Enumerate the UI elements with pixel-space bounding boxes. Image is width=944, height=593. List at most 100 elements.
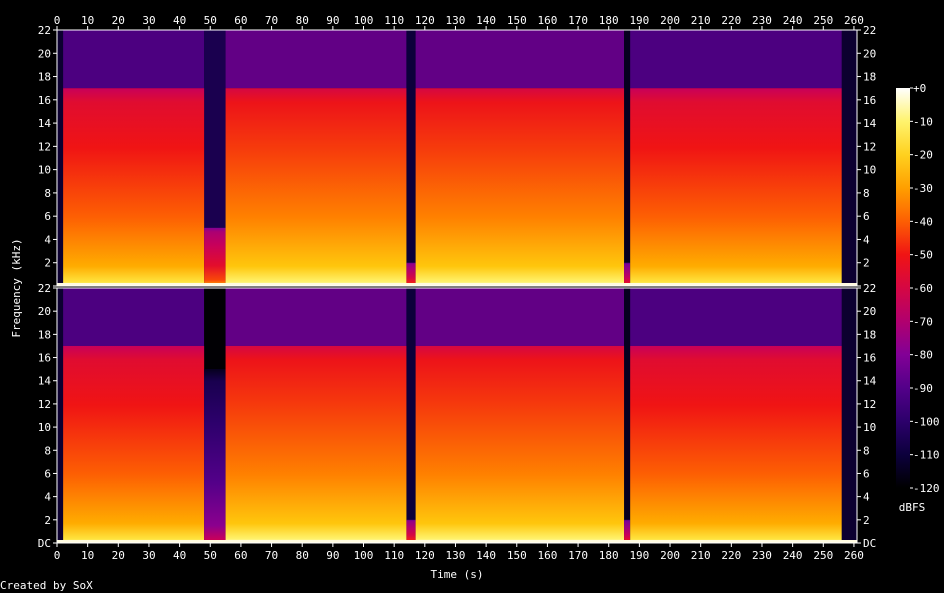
y-tick-label: 16 [38, 352, 51, 365]
colorbar-label: dBFS [899, 501, 926, 514]
y-tick-label: 2 [44, 514, 51, 527]
x-tick-label: 260 [844, 14, 864, 27]
y-tick-label: 20 [863, 47, 876, 60]
colorbar-tick-label: -30 [913, 182, 933, 195]
x-tick-label: 0 [54, 14, 61, 27]
x-tick-label: 100 [354, 14, 374, 27]
y-tick-label: 10 [863, 421, 876, 434]
x-tick-label: 170 [568, 14, 588, 27]
x-tick-label: 200 [660, 549, 680, 562]
x-tick-label: 110 [384, 14, 404, 27]
colorbar-tick-label: -80 [913, 349, 933, 362]
y-tick-label: 12 [38, 140, 51, 153]
y-tick-label: 12 [38, 398, 51, 411]
spectrogram-segment [630, 88, 842, 286]
colorbar-scale [896, 88, 910, 488]
colorbar-tick-label: -70 [913, 315, 933, 328]
x-tick-label: 70 [265, 14, 278, 27]
y-tick-label: 8 [44, 187, 51, 200]
x-tick-label: 210 [691, 549, 711, 562]
x-tick-label: 10 [81, 549, 94, 562]
credit-text: Created by SoX [0, 579, 93, 592]
segment-haze [63, 288, 205, 346]
x-tick-label: 150 [507, 14, 527, 27]
x-tick-label: 120 [415, 549, 435, 562]
y-tick-label: 16 [38, 94, 51, 107]
y-tick-label: 4 [44, 233, 51, 246]
x-tick-label: 190 [629, 14, 649, 27]
x-tick-label: 30 [142, 549, 155, 562]
colorbar-tick-label: -10 [913, 115, 933, 128]
segment-haze [415, 288, 625, 346]
segment-haze [225, 30, 407, 89]
x-tick-label: 180 [599, 14, 619, 27]
x-tick-label: 170 [568, 549, 588, 562]
segment-haze [225, 288, 407, 346]
x-tick-label: 200 [660, 14, 680, 27]
y-tick-label: 2 [863, 257, 870, 270]
x-tick-label: 120 [415, 14, 435, 27]
y-tick-label: 18 [38, 328, 51, 341]
x-tick-label: 260 [844, 549, 864, 562]
segment-haze [630, 288, 842, 346]
colorbar-tick-label: -120 [913, 482, 940, 495]
spectrogram-segment [406, 262, 416, 286]
y-tick-label: 4 [863, 491, 870, 504]
x-tick-label: 40 [173, 14, 186, 27]
x-tick-label: 20 [112, 549, 125, 562]
x-tick-label: 140 [476, 549, 496, 562]
y-tick-label: 4 [44, 491, 51, 504]
segment-haze [624, 288, 631, 520]
x-tick-label: 250 [813, 549, 833, 562]
x-tick-label: 10 [81, 14, 94, 27]
spectrogram-segment [63, 88, 205, 286]
y-tick-label: 14 [38, 117, 52, 130]
x-tick-label: 130 [446, 14, 466, 27]
y-tick-label: 18 [863, 328, 876, 341]
y-tick-label: 10 [38, 164, 51, 177]
y-tick-label: 22 [38, 282, 51, 295]
colorbar-tick-label: -110 [913, 449, 940, 462]
x-tick-label: 220 [721, 549, 741, 562]
x-tick-label: 140 [476, 14, 496, 27]
x-tick-label: 80 [296, 14, 309, 27]
x-tick-label: 240 [783, 549, 803, 562]
spectrogram-segment [415, 345, 625, 543]
x-tick-label: 230 [752, 549, 772, 562]
y-tick-label: 6 [863, 210, 870, 223]
x-tick-label: 160 [537, 549, 557, 562]
y-tick-label: 16 [863, 352, 876, 365]
x-tick-label: 30 [142, 14, 155, 27]
y-tick-label: 16 [863, 94, 876, 107]
x-tick-label: 230 [752, 14, 772, 27]
x-tick-label: 40 [173, 549, 186, 562]
y-tick-label: 14 [38, 375, 52, 388]
y-tick-label: 4 [863, 233, 870, 246]
x-tick-label: 50 [204, 549, 217, 562]
y-tick-label: 12 [863, 398, 876, 411]
x-axis-label: Time (s) [431, 568, 484, 581]
segment-haze [406, 288, 416, 520]
y-tick-label: 14 [863, 375, 877, 388]
x-tick-label: 210 [691, 14, 711, 27]
y-tick-label: 22 [863, 282, 876, 295]
colorbar-tick-label: -60 [913, 282, 933, 295]
x-tick-label: 100 [354, 549, 374, 562]
segment-haze [415, 30, 625, 89]
y-tick-label: 18 [38, 71, 51, 84]
x-tick-label: 60 [234, 549, 247, 562]
colorbar-tick-label: -90 [913, 382, 933, 395]
colorbar-tick-label: -100 [913, 415, 940, 428]
x-tick-label: 180 [599, 549, 619, 562]
segment-haze [624, 30, 631, 263]
x-tick-label: 150 [507, 549, 527, 562]
y-tick-label: DC [38, 537, 51, 550]
x-tick-label: 130 [446, 549, 466, 562]
x-tick-label: 70 [265, 549, 278, 562]
y-tick-label: 22 [38, 24, 51, 37]
y-tick-label: 8 [863, 444, 870, 457]
x-tick-label: 240 [783, 14, 803, 27]
x-tick-label: 160 [537, 14, 557, 27]
spectrogram-segment [63, 345, 205, 543]
colorbar-tick-label: +0 [913, 82, 926, 95]
